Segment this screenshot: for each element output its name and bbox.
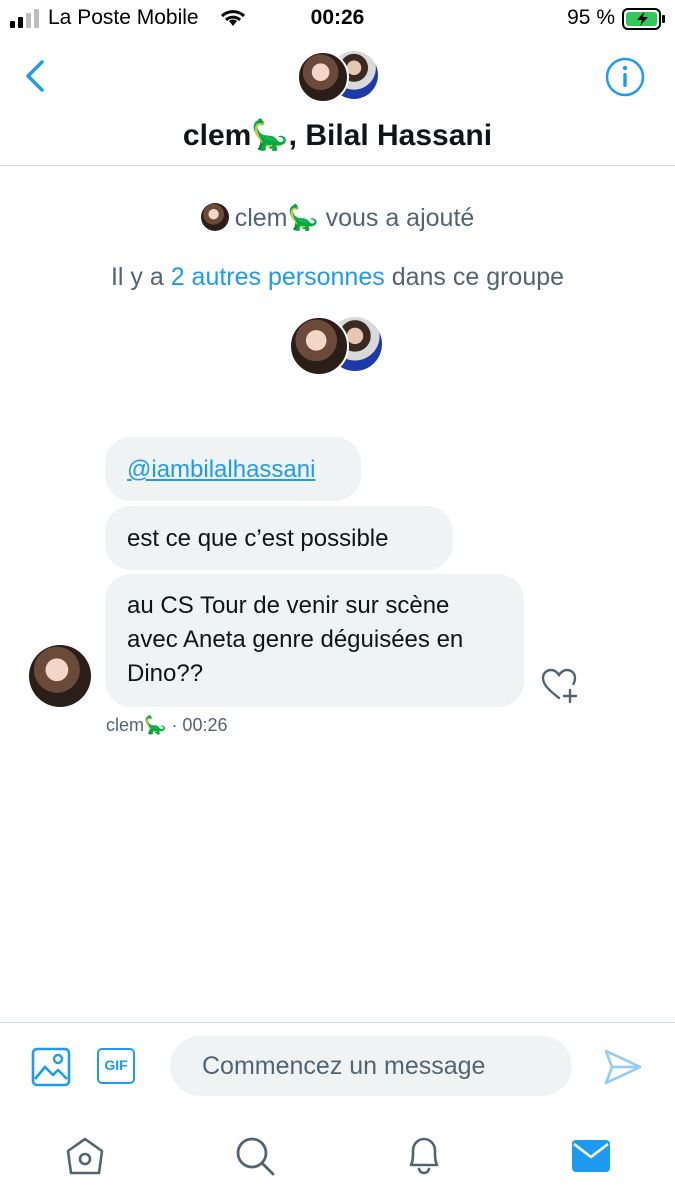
status-bar: La Poste Mobile 00:26 95 %: [0, 0, 675, 40]
message-time: · 00:26: [171, 715, 228, 735]
back-chevron-icon[interactable]: [22, 58, 48, 94]
message-meta: clem🦕 · 00:26: [106, 715, 227, 736]
mention-link[interactable]: @iambilalhassani: [127, 456, 315, 483]
group-members-notice: Il y a 2 autres personnes dans ce groupe: [0, 263, 675, 292]
send-icon[interactable]: [603, 1048, 643, 1086]
message-bubble[interactable]: @iambilalhassani: [105, 437, 361, 501]
battery-icon: [622, 8, 665, 30]
group-members-link[interactable]: 2 autres personnes: [171, 263, 385, 291]
messages-icon[interactable]: [571, 1138, 611, 1174]
added-notice: clem🦕 vous a ajouté: [0, 203, 675, 233]
message-text: au CS Tour de venir sur scène avec Aneta…: [127, 592, 464, 687]
like-heart-add-icon[interactable]: [540, 666, 582, 704]
message-input-placeholder: Commencez un message: [202, 1052, 486, 1080]
group-prefix: Il y a: [110, 263, 164, 291]
gif-icon[interactable]: GIF: [97, 1048, 135, 1084]
gif-label: GIF: [104, 1057, 128, 1073]
avatar: [297, 51, 349, 103]
message-bubble[interactable]: au CS Tour de venir sur scène avec Aneta…: [105, 574, 524, 707]
image-icon[interactable]: [31, 1047, 71, 1087]
page-title: clem🦕, Bilal Hassani: [182, 119, 493, 152]
notifications-icon[interactable]: [403, 1133, 445, 1177]
search-icon[interactable]: [234, 1135, 276, 1177]
message-text: est ce que c’est possible: [127, 525, 389, 552]
message-input[interactable]: Commencez un message: [170, 1036, 572, 1096]
sender-name: clem🦕: [106, 715, 167, 735]
info-icon[interactable]: [604, 56, 646, 98]
group-suffix: dans ce groupe: [391, 263, 565, 291]
home-icon[interactable]: [64, 1135, 106, 1177]
added-text: vous a ajouté: [325, 204, 475, 232]
added-by-name: clem🦕: [234, 204, 319, 232]
avatar: [289, 316, 349, 376]
conversation-header: clem🦕, Bilal Hassani: [0, 40, 675, 166]
sender-avatar[interactable]: [29, 645, 91, 707]
message-bubble[interactable]: est ce que c’est possible: [105, 506, 453, 570]
avatar: [200, 203, 229, 231]
battery-percent: 95 %: [567, 6, 615, 29]
